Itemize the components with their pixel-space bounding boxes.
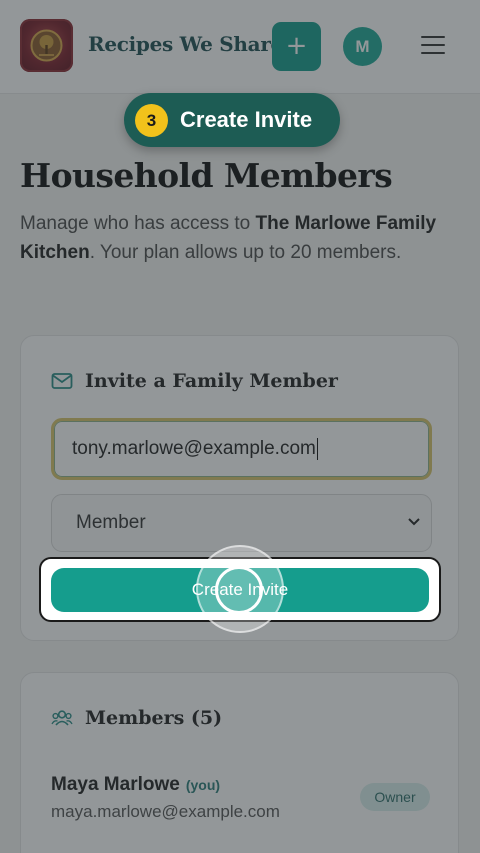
tutorial-step-pill: 3 Create Invite [124, 93, 340, 147]
step-label: Create Invite [180, 107, 313, 132]
step-number-badge: 3 [135, 103, 168, 137]
tap-indicator-inner [215, 566, 263, 614]
